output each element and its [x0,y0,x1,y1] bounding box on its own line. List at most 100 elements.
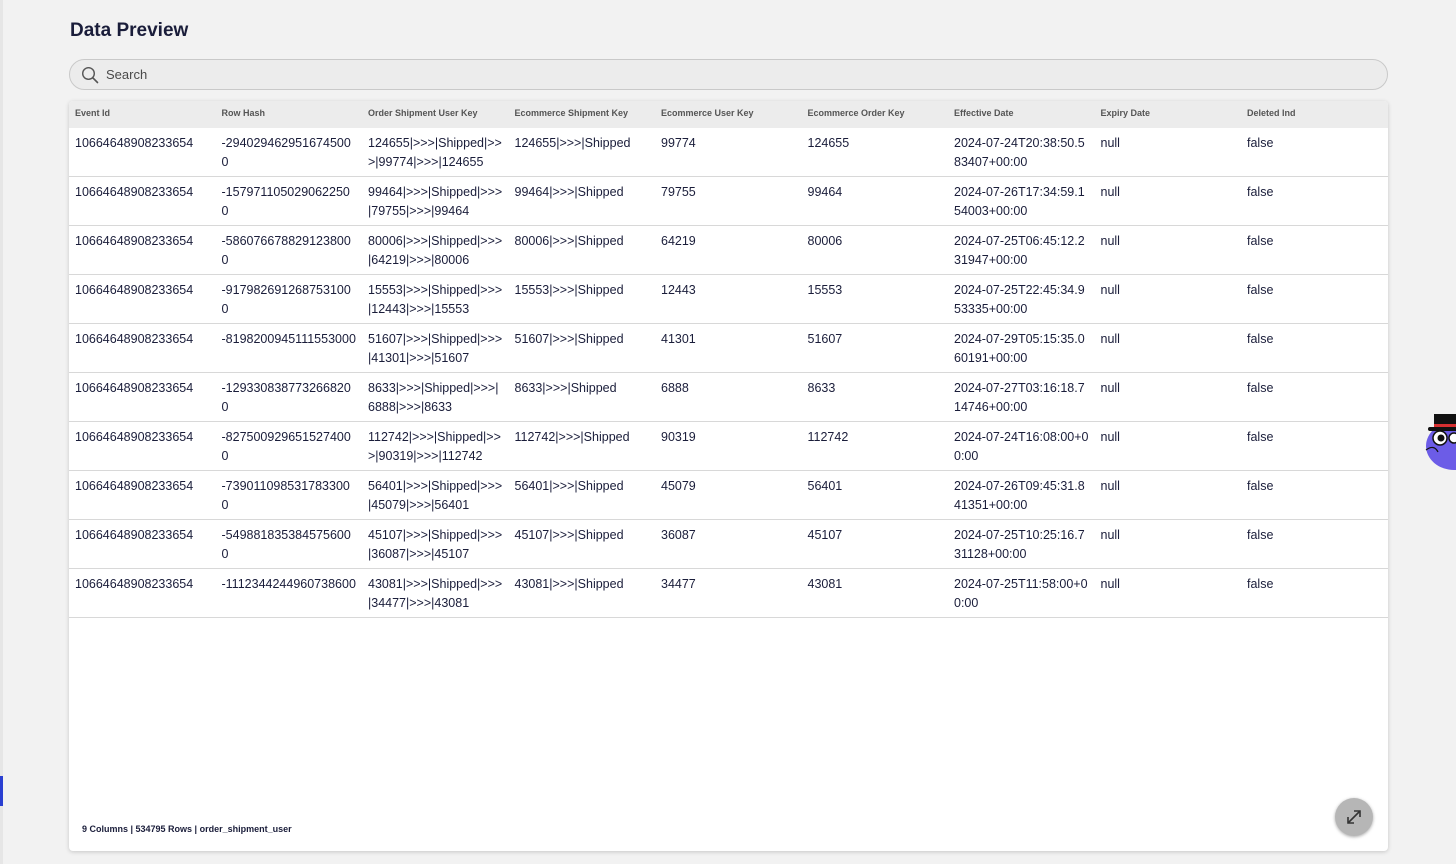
table-cell: 2024-07-25T22:45:34.953335+00:00 [954,283,1085,316]
table-cell: 51607|>>>|Shipped|>>>|41301|>>>|51607 [368,332,503,365]
table-row: 10664648908233654 -2940294629516745000 124… [69,128,1388,177]
table-cell: -9179826912687531000 [221,283,351,316]
table-cell: 8633 [807,381,836,395]
table-cell: 51607 [807,332,843,346]
table-cell: 2024-07-26T09:45:31.841351+00:00 [954,479,1085,512]
search-input[interactable] [106,67,1306,82]
table-cell: -1579711050290622500 [221,185,350,218]
table-cell: null [1100,136,1120,150]
table-cell: 80006|>>>|Shipped|>>>|64219|>>>|80006 [368,234,503,267]
table-cell: 2024-07-25T10:25:16.731128+00:00 [954,528,1085,561]
table-cell: null [1100,381,1120,395]
table-cell: 15553|>>>|Shipped [514,283,624,297]
page-title: Data Preview [70,20,189,41]
table-cell: 10664648908233654 [75,381,194,395]
table-cell: false [1247,234,1274,248]
table-cell: 10664648908233654 [75,283,194,297]
column-header[interactable]: Event Id [69,101,216,128]
table-cell: -1293308387732668200 [221,381,351,414]
table-cell: null [1100,283,1120,297]
table-cell: 80006|>>>|Shipped [514,234,624,248]
table-cell: -8275009296515274000 [221,430,351,463]
expand-icon [1347,810,1361,824]
left-edge-indicator [0,776,3,806]
table-cell: false [1247,283,1274,297]
table-cell: 2024-07-25T11:58:00+00:00 [954,577,1088,610]
table-cell: 2024-07-25T06:45:12.231947+00:00 [954,234,1085,267]
table-row: 10664648908233654 -5860766788291238000 800… [69,226,1388,275]
table-cell: 6888 [661,381,689,395]
table-cell: false [1247,185,1274,199]
table-cell: null [1100,479,1120,493]
table-cell: 10664648908233654 [75,332,194,346]
table-cell: 45107|>>>|Shipped|>>>|36087|>>>|45107 [368,528,503,561]
table-cell: 124655|>>>|Shipped|>>>|99774|>>>|124655 [368,136,502,169]
table-cell: 43081|>>>|Shipped [514,577,624,591]
mascot-icon[interactable] [1424,402,1456,472]
table-cell: false [1247,332,1274,346]
table-cell: -5860766788291238000 [221,234,351,267]
table-cell: null [1100,332,1120,346]
table-cell: false [1247,381,1274,395]
left-edge-strip [0,0,3,864]
table-cell: 10664648908233654 [75,136,194,150]
table-cell: -7390110985317833000 [221,479,350,512]
column-header[interactable]: Order Shipment User Key [362,101,509,128]
table-cell: 10664648908233654 [75,430,194,444]
expand-button[interactable] [1335,798,1373,836]
table-cell: 36087 [661,528,696,542]
table-cell: false [1247,430,1274,444]
table-row: 10664648908233654 -9179826912687531000 155… [69,275,1388,324]
column-header[interactable]: Ecommerce Shipment Key [509,101,656,128]
column-header[interactable]: Deleted Ind [1241,101,1388,128]
column-header[interactable]: Ecommerce Order Key [802,101,949,128]
table-cell: 10664648908233654 [75,528,194,542]
table-cell: null [1100,185,1120,199]
table-cell: -8198200945111553000 [221,332,356,346]
table-cell: 43081 [807,577,843,591]
table-cell: 8633|>>>|Shipped [514,381,617,395]
table-row: 10664648908233654 -5498818353845756000 451… [69,520,1388,569]
table-cell: 80006 [807,234,843,248]
table-cell: 79755 [661,185,696,199]
table-cell: 12443 [661,283,696,297]
table-cell: 10664648908233654 [75,185,194,199]
column-header[interactable]: Expiry Date [1095,101,1242,128]
table-cell: -1112344244960738600 [221,577,356,591]
column-header[interactable]: Ecommerce User Key [655,101,802,128]
table-cell: 10664648908233654 [75,234,194,248]
table-cell: 56401 [807,479,843,493]
table-cell: 2024-07-24T16:08:00+00:00 [954,430,1089,463]
table-cell: 8633|>>>|Shipped|>>>|6888|>>>|8633 [368,381,499,414]
table-cell: 56401|>>>|Shipped [514,479,624,493]
table-cell: 2024-07-24T20:38:50.583407+00:00 [954,136,1085,169]
table-cell: 90319 [661,430,696,444]
table-cell: 99774 [661,136,696,150]
table-cell: 124655|>>>|Shipped [514,136,631,150]
table-cell: 112742|>>>|Shipped [514,430,630,444]
table-header-row: Event Id Row Hash Order Shipment User Key E… [69,101,1388,128]
table-cell: 99464|>>>|Shipped|>>>|79755|>>>|99464 [368,185,503,218]
table-cell: 34477 [661,577,696,591]
data-preview-panel: Event Id Row Hash Order Shipment User Key E… [69,101,1388,851]
table-cell: null [1100,528,1120,542]
table-cell: 10664648908233654 [75,479,194,493]
table-cell: 56401|>>>|Shipped|>>>|45079|>>>|56401 [368,479,503,512]
search-bar[interactable] [69,59,1388,90]
table-cell: 64219 [661,234,696,248]
table-cell: 15553|>>>|Shipped|>>>|12443|>>>|15553 [368,283,503,316]
table-summary: 9 Columns | 534795 Rows | order_shipment… [82,824,292,834]
table-row: 10664648908233654 -8275009296515274000 112… [69,422,1388,471]
table-cell: -2940294629516745000 [221,136,351,169]
table-cell: null [1100,577,1120,591]
column-header[interactable]: Row Hash [216,101,363,128]
table-cell: false [1247,577,1274,591]
table-row: 10664648908233654 -1293308387732668200 863… [69,373,1388,422]
table-row: 10664648908233654 -1112344244960738600 430… [69,569,1388,618]
table-cell: 43081|>>>|Shipped|>>>|34477|>>>|43081 [368,577,503,610]
table-cell: 112742|>>>|Shipped|>>>|90319|>>>|112742 [368,430,501,463]
column-header[interactable]: Effective Date [948,101,1095,128]
table-cell: 99464 [807,185,843,199]
table-cell: -5498818353845756000 [221,528,351,561]
table-cell: null [1100,430,1120,444]
